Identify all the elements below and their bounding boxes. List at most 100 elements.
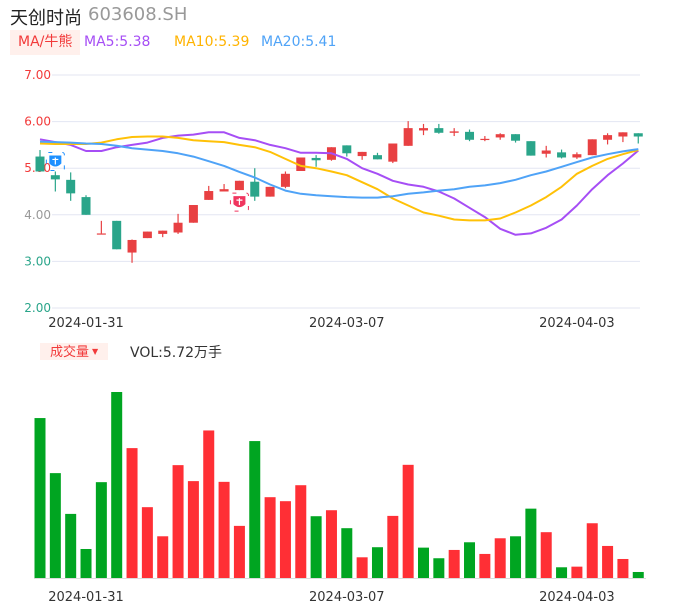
candle bbox=[112, 220, 122, 250]
candle bbox=[618, 132, 628, 143]
x-tick-label: 2024-04-03 bbox=[539, 316, 615, 331]
candle bbox=[96, 220, 106, 235]
candle bbox=[603, 133, 613, 145]
candle-body bbox=[204, 191, 214, 200]
volume-bar bbox=[172, 465, 184, 578]
volume-bar bbox=[141, 507, 153, 578]
candle bbox=[403, 121, 413, 146]
candle bbox=[173, 213, 183, 234]
volume-bar bbox=[80, 548, 92, 578]
candle bbox=[342, 145, 352, 157]
y-tick-label: 4.00 bbox=[24, 208, 51, 222]
candle bbox=[158, 230, 168, 238]
candle bbox=[204, 185, 214, 200]
volume-bar bbox=[479, 553, 491, 578]
candle-body bbox=[633, 133, 643, 137]
candle bbox=[127, 239, 137, 263]
candle-body bbox=[603, 135, 613, 140]
candle bbox=[280, 171, 290, 189]
volume-bar bbox=[218, 481, 230, 578]
volume-bar bbox=[464, 542, 476, 578]
price-volume-chart[interactable]: 7.006.005.004.003.002.002024-01-312024-0… bbox=[0, 0, 686, 606]
volume-bar bbox=[295, 485, 307, 578]
candle-body bbox=[434, 128, 444, 133]
candle-body bbox=[250, 181, 260, 197]
candle bbox=[35, 150, 45, 172]
volume-bar bbox=[341, 528, 353, 578]
candle bbox=[557, 149, 567, 159]
candle-body bbox=[480, 138, 490, 141]
candle bbox=[250, 168, 260, 201]
candle-body bbox=[572, 154, 582, 158]
candle bbox=[434, 123, 444, 134]
y-tick-label: 6.00 bbox=[24, 115, 51, 129]
x-tick-label: 2024-03-07 bbox=[309, 590, 385, 605]
x-tick-label: 2024-01-31 bbox=[48, 316, 124, 331]
volume-bar bbox=[233, 525, 245, 578]
candle-body bbox=[219, 189, 229, 192]
candle-body bbox=[495, 134, 505, 138]
volume-bar bbox=[617, 558, 629, 578]
volume-bar bbox=[249, 441, 261, 578]
volume-bar bbox=[433, 558, 445, 578]
candle-body bbox=[388, 143, 398, 162]
candle-body bbox=[541, 150, 551, 154]
candle bbox=[419, 123, 428, 136]
ma10-line bbox=[39, 135, 639, 222]
candle-body bbox=[234, 180, 244, 191]
volume-bar bbox=[586, 523, 598, 578]
volume-bar bbox=[387, 515, 399, 578]
candle-body bbox=[265, 186, 275, 197]
y-tick-label: 3.00 bbox=[24, 254, 51, 268]
candle-body bbox=[188, 205, 198, 223]
candle bbox=[572, 152, 582, 159]
candle-body bbox=[372, 155, 382, 160]
candle-body bbox=[526, 141, 536, 156]
volume-bar bbox=[510, 536, 522, 578]
candle-body bbox=[142, 231, 152, 239]
volume-bar bbox=[494, 538, 506, 578]
x-tick-label: 2024-03-07 bbox=[309, 316, 385, 331]
candle-body bbox=[618, 132, 628, 137]
candle-body bbox=[465, 131, 475, 140]
volume-bar bbox=[111, 392, 123, 578]
volume-bar bbox=[540, 532, 552, 578]
candle-body bbox=[280, 173, 290, 187]
candle-body bbox=[419, 128, 428, 131]
candle-body bbox=[81, 197, 91, 215]
candle bbox=[50, 171, 60, 192]
candle-body bbox=[127, 239, 137, 253]
volume-bar bbox=[49, 473, 61, 578]
volume-bar bbox=[65, 513, 77, 578]
candle bbox=[511, 134, 521, 143]
candle-body bbox=[557, 152, 567, 158]
volume-bar bbox=[448, 549, 460, 578]
candle-body bbox=[311, 157, 321, 161]
volume-bar bbox=[602, 545, 614, 578]
candle-body bbox=[173, 222, 183, 233]
candle-body bbox=[35, 156, 45, 172]
volume-bar bbox=[187, 481, 199, 578]
candle-body bbox=[96, 233, 106, 235]
ma20-line bbox=[39, 140, 639, 199]
y-tick-label: 2.00 bbox=[24, 301, 51, 315]
volume-bar bbox=[279, 501, 291, 578]
volume-bar bbox=[157, 536, 169, 578]
volume-bar bbox=[325, 510, 337, 578]
volume-bar bbox=[356, 557, 368, 578]
volume-bar bbox=[525, 508, 537, 578]
volume-bar bbox=[632, 571, 644, 578]
candle-body bbox=[342, 145, 352, 154]
x-tick-label: 2024-04-03 bbox=[539, 590, 615, 605]
y-tick-label: 7.00 bbox=[24, 68, 51, 82]
candle-body bbox=[112, 220, 122, 250]
volume-bar bbox=[418, 547, 429, 578]
candle-body bbox=[403, 128, 413, 146]
volume-bar bbox=[95, 482, 107, 578]
candle bbox=[465, 129, 475, 142]
candle bbox=[449, 128, 459, 137]
candle bbox=[495, 133, 505, 140]
candle-body bbox=[66, 179, 76, 194]
candle bbox=[142, 231, 152, 239]
candle-body bbox=[449, 131, 459, 133]
